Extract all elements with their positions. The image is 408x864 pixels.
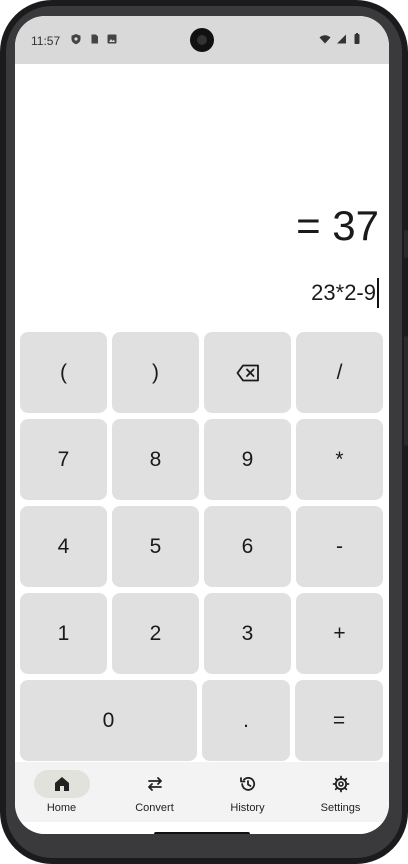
key-8[interactable]: 8 — [112, 419, 199, 500]
key-0[interactable]: 0 — [20, 680, 197, 761]
key-7[interactable]: 7 — [20, 419, 107, 500]
expression-text: 23*2-9 — [311, 280, 376, 305]
nav-label-home: Home — [46, 802, 77, 814]
key-close-paren[interactable]: ) — [112, 332, 199, 413]
wifi-icon — [319, 35, 331, 44]
signal-icon — [337, 34, 346, 44]
notification-icons — [70, 33, 118, 45]
history-icon — [239, 777, 255, 791]
expression-input[interactable]: 23*2-9 — [311, 278, 379, 308]
result-text: = 37 — [296, 202, 379, 249]
key-equals[interactable]: = — [295, 680, 383, 761]
front-camera — [190, 28, 214, 52]
text-cursor — [377, 278, 379, 308]
keypad: ( ) / 7 8 9 * 4 5 6 - 1 2 3 + 0 . = — [15, 330, 389, 762]
swap-arrows-icon — [147, 777, 162, 791]
power-button — [404, 230, 408, 258]
nav-item-settings[interactable]: Settings — [294, 762, 387, 822]
nav-item-home[interactable]: Home — [15, 762, 108, 822]
nav-item-convert[interactable]: Convert — [108, 762, 201, 822]
backspace-icon — [236, 364, 259, 381]
volume-button — [404, 336, 408, 446]
screen: 11:57 = 37 23*2-9 ( ) / 7 8 9 * 4 5 6 - … — [15, 16, 389, 834]
key-decimal[interactable]: . — [202, 680, 290, 761]
key-multiply[interactable]: * — [296, 419, 383, 500]
gear-icon — [332, 775, 349, 793]
key-subtract[interactable]: - — [296, 506, 383, 587]
sim-card-icon — [91, 34, 98, 44]
home-icon — [54, 777, 69, 791]
key-divide[interactable]: / — [296, 332, 383, 413]
nav-label-convert: Convert — [135, 802, 174, 814]
key-3[interactable]: 3 — [204, 593, 291, 674]
status-bar: 11:57 — [15, 16, 389, 64]
nav-active-indicator — [33, 770, 90, 798]
shield-icon — [71, 34, 81, 45]
home-indicator[interactable] — [154, 832, 250, 834]
key-2[interactable]: 2 — [112, 593, 199, 674]
bottom-navigation: Home Convert History Settings — [15, 762, 389, 822]
phone-frame: 11:57 = 37 23*2-9 ( ) / 7 8 9 * 4 5 6 - … — [0, 0, 408, 864]
key-5[interactable]: 5 — [112, 506, 199, 587]
nav-item-history[interactable]: History — [201, 762, 294, 822]
battery-icon — [354, 33, 360, 44]
calculator-display: = 37 23*2-9 — [15, 64, 389, 330]
status-time: 11:57 — [31, 34, 61, 48]
key-open-paren[interactable]: ( — [20, 332, 107, 413]
key-9[interactable]: 9 — [204, 419, 291, 500]
key-add[interactable]: + — [296, 593, 383, 674]
key-6[interactable]: 6 — [204, 506, 291, 587]
nav-label-settings: Settings — [320, 802, 361, 814]
key-4[interactable]: 4 — [20, 506, 107, 587]
nav-label-history: History — [230, 802, 265, 814]
image-icon — [107, 34, 117, 44]
key-backspace[interactable] — [204, 332, 291, 413]
key-1[interactable]: 1 — [20, 593, 107, 674]
system-icons — [319, 33, 363, 45]
